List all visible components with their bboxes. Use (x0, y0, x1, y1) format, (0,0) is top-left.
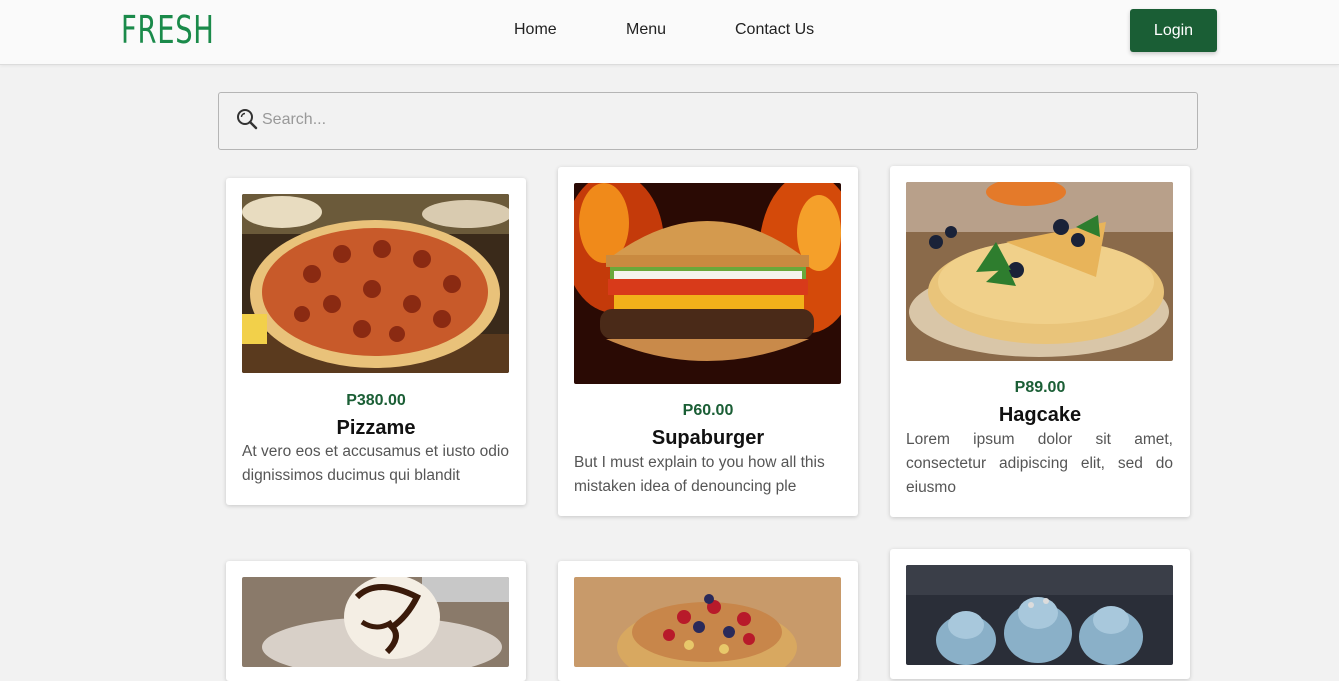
search-input[interactable] (262, 106, 1162, 134)
login-button[interactable]: Login (1130, 9, 1217, 52)
product-card[interactable] (890, 549, 1190, 679)
nav-link-home[interactable]: Home (514, 21, 557, 39)
ice-cream-image (242, 577, 509, 667)
cupcakes-image (906, 565, 1173, 665)
product-description: At vero eos et accusamus et iusto odio d… (242, 443, 509, 484)
product-price: P60.00 (682, 402, 734, 419)
product-description: But I must explain to you how all this m… (574, 454, 825, 495)
product-description: Lorem ipsum dolor sit amet, consectetur … (906, 431, 1173, 496)
crepe-image (906, 182, 1173, 361)
product-card[interactable] (558, 561, 858, 681)
product-card-supaburger[interactable]: P60.00 Supaburger But I must explain to … (558, 167, 858, 516)
product-name: Pizzame (336, 417, 416, 439)
product-card-pizzame[interactable]: P380.00 Pizzame At vero eos et accusamus… (226, 178, 526, 505)
burger-image (574, 183, 841, 384)
fruit-tart-image (574, 577, 841, 667)
nav-link-menu[interactable]: Menu (626, 21, 666, 39)
brand-logo[interactable]: FRESH (121, 8, 215, 52)
product-card[interactable] (226, 561, 526, 681)
nav-link-contact-us[interactable]: Contact Us (735, 21, 814, 39)
search-icon (237, 109, 258, 130)
product-price: P89.00 (1014, 379, 1066, 396)
navbar: FRESH Home Menu Contact Us Login (0, 0, 1339, 65)
pizza-image (242, 194, 509, 373)
product-name: Hagcake (998, 404, 1082, 426)
product-name: Supaburger (651, 427, 765, 449)
product-card-hagcake[interactable]: P89.00 Hagcake Lorem ipsum dolor sit ame… (890, 166, 1190, 517)
product-price: P380.00 (346, 392, 406, 409)
